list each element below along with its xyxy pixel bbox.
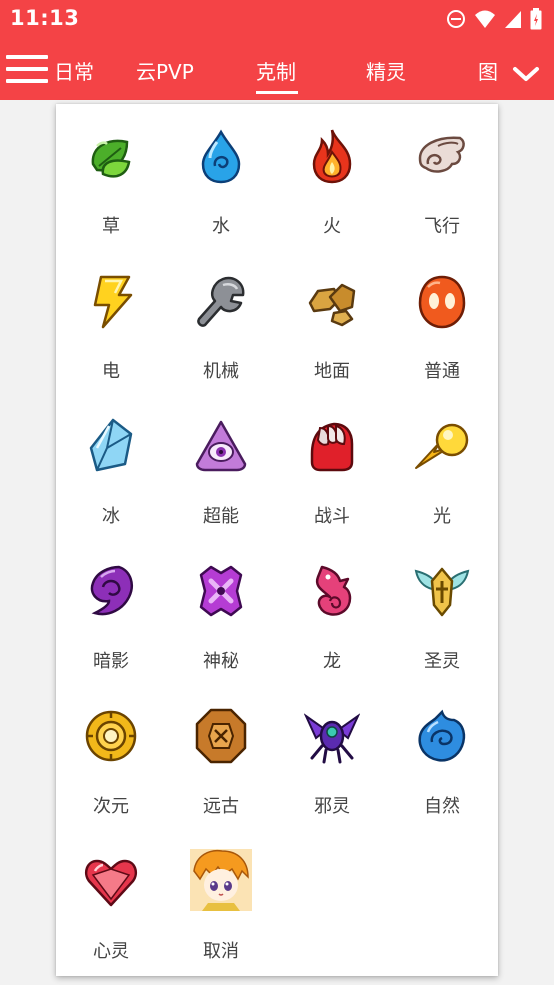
signal-icon (505, 11, 521, 28)
tab-spirit[interactable]: 精灵 (366, 56, 406, 85)
type-label: 邪灵 (314, 796, 350, 817)
ground-rock-icon (308, 283, 356, 327)
type-label: 次元 (93, 796, 129, 817)
nature-swirl-icon (418, 709, 466, 762)
type-item-mechanical[interactable]: 机械 (166, 249, 276, 393)
status-time: 11:13 (10, 6, 80, 30)
type-item-psychic[interactable]: 超能 (166, 394, 276, 538)
normal-orb-icon (418, 275, 466, 329)
ice-crystal-icon (89, 418, 133, 472)
type-label: 暗影 (93, 651, 129, 672)
type-item-normal[interactable]: 普通 (387, 249, 497, 393)
menu-button[interactable] (6, 53, 50, 87)
type-item-water[interactable]: 水 (166, 104, 276, 248)
fire-flame-icon (312, 129, 352, 184)
type-item-dragon[interactable]: 龙 (277, 539, 387, 683)
type-label: 远古 (203, 796, 239, 817)
cancel-label: 取消 (203, 941, 239, 962)
type-item-ancient[interactable]: 远古 (166, 684, 276, 828)
type-item-fighting[interactable]: 战斗 (277, 394, 387, 538)
type-label: 自然 (424, 796, 460, 817)
type-label: 机械 (203, 361, 239, 382)
type-label: 水 (212, 216, 230, 237)
type-label: 圣灵 (424, 651, 460, 672)
holy-emblem-icon (414, 567, 470, 617)
cancel-character-avatar (190, 849, 252, 911)
grass-leaf-icon (91, 139, 131, 178)
type-label: 普通 (424, 361, 460, 382)
do-not-disturb-icon (447, 10, 465, 28)
menu-icon-line-bottom (6, 79, 48, 83)
type-item-flying[interactable]: 飞行 (387, 104, 497, 248)
type-label: 神秘 (203, 651, 239, 672)
mechanical-wrench-icon (197, 276, 245, 327)
water-drop-icon (201, 129, 241, 184)
battery-icon (530, 8, 542, 30)
type-label: 草 (102, 216, 120, 237)
cancel-button[interactable]: 取消 (166, 829, 276, 973)
electric-bolt-icon (93, 275, 133, 329)
evil-insect-icon (304, 713, 360, 764)
type-label: 电 (102, 361, 120, 382)
dragon-icon (315, 565, 352, 616)
type-item-electric[interactable]: 电 (56, 249, 166, 393)
heart-gem-icon (85, 859, 137, 907)
status-bar: 11:13 (0, 0, 554, 38)
flying-wing-icon (418, 136, 465, 173)
type-label: 地面 (314, 361, 350, 382)
tab-cloud-pvp[interactable]: 云PVP (136, 56, 194, 85)
light-comet-icon (415, 423, 469, 469)
chevron-down-icon[interactable] (512, 60, 540, 88)
type-item-evil[interactable]: 邪灵 (277, 684, 387, 828)
type-item-ground[interactable]: 地面 (277, 249, 387, 393)
type-label: 冰 (102, 506, 120, 527)
type-label: 心灵 (93, 941, 129, 962)
type-item-fire[interactable]: 火 (277, 104, 387, 248)
ancient-tablet-icon (195, 708, 247, 764)
status-icons (446, 8, 542, 30)
type-item-ice[interactable]: 冰 (56, 394, 166, 538)
mystery-rune-icon (199, 565, 243, 617)
menu-icon-line-middle (6, 67, 48, 71)
psychic-eye-icon (195, 420, 247, 472)
tab-daily[interactable]: 日常 (54, 56, 94, 85)
fighting-fist-icon (310, 422, 354, 472)
type-label: 超能 (203, 506, 239, 527)
type-label: 火 (323, 216, 341, 237)
type-item-grass[interactable]: 草 (56, 104, 166, 248)
type-item-mystery[interactable]: 神秘 (166, 539, 276, 683)
type-item-shadow[interactable]: 暗影 (56, 539, 166, 683)
type-item-mind[interactable]: 心灵 (56, 829, 166, 973)
type-label: 飞行 (424, 216, 460, 237)
menu-icon-line-top (6, 55, 48, 59)
type-label: 龙 (323, 651, 341, 672)
type-item-light[interactable]: 光 (387, 394, 497, 538)
type-item-holy[interactable]: 圣灵 (387, 539, 497, 683)
type-label: 光 (433, 506, 451, 527)
type-item-nature[interactable]: 自然 (387, 684, 497, 828)
tab-counter[interactable]: 克制 (256, 56, 296, 85)
dimension-ring-icon (85, 710, 137, 762)
type-item-dimension[interactable]: 次元 (56, 684, 166, 828)
wifi-icon (475, 10, 495, 28)
active-tab-indicator (256, 91, 298, 94)
shadow-swirl-icon (90, 565, 133, 616)
type-selector-panel: 草 水 火 飞行 电 机械 地面 普通 冰 超能 战斗 光 暗影 神秘 龙 圣灵… (56, 104, 498, 976)
type-label: 战斗 (314, 506, 350, 527)
tab-map[interactable]: 图 (478, 56, 498, 85)
